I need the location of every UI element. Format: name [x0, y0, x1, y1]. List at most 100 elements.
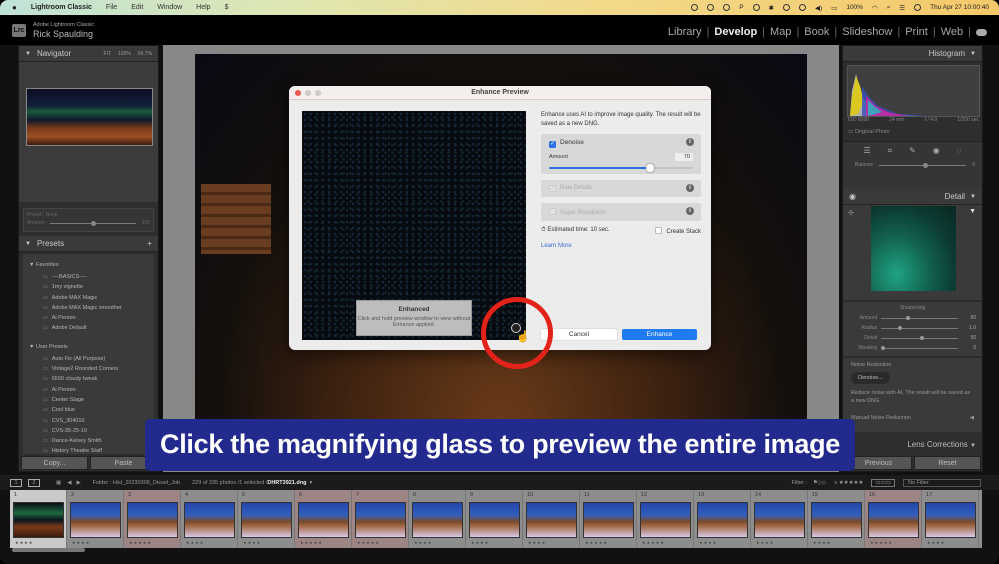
filmstrip-thumbnail[interactable]: 2 ★★★★ [67, 490, 124, 548]
star-rating[interactable]: ★★★★ [756, 540, 774, 545]
star-rating[interactable]: ★★★★ [471, 540, 489, 545]
super-resolution-checkbox[interactable] [549, 208, 556, 215]
raw-details-checkbox[interactable]: ✓ [549, 185, 556, 192]
star-rating[interactable]: ★★★★ [414, 540, 432, 545]
module-map[interactable]: Map [770, 26, 791, 38]
histogram-header[interactable]: Histogram ▼ [843, 46, 982, 62]
original-photo-toggle[interactable]: ▭ Original Photo [848, 129, 890, 135]
masking-icon[interactable]: ◌ [957, 146, 962, 156]
thumbnail-image[interactable] [469, 502, 520, 538]
navigator-header[interactable]: ▼ Navigator FIT 100% 66.7% [19, 46, 158, 62]
zoom-66[interactable]: 66.7% [138, 51, 152, 57]
preset-amount-slider[interactable] [50, 220, 136, 226]
filmstrip-thumbnail[interactable]: 12 ★★★★★ [637, 490, 694, 548]
search-icon[interactable]: ⌕ [887, 4, 891, 12]
star-rating[interactable]: ★★★★ [243, 540, 261, 545]
filmstrip-thumbnail[interactable]: 14 ★★★★ [751, 490, 808, 548]
healing-icon[interactable]: ✎ [909, 146, 916, 156]
extension-icon[interactable] [723, 4, 731, 11]
chevron-down-icon[interactable]: ▾ [309, 480, 312, 486]
preset-item[interactable]: Cool blue [29, 405, 148, 415]
filmstrip-thumbnail[interactable]: 1 ★★★★ [10, 490, 67, 548]
timer-icon[interactable] [752, 4, 760, 11]
filmstrip-thumbnail[interactable]: 11 ★★★★★ [580, 490, 637, 548]
menu-help[interactable]: Help [196, 4, 210, 11]
zoom-window-button[interactable] [315, 90, 321, 96]
copy-button[interactable]: Copy... [21, 456, 88, 470]
grid-icon[interactable]: ▦ [56, 480, 61, 486]
preset-item[interactable]: Adobe MAX Magic smoother [29, 303, 148, 313]
star-filter[interactable]: ≥ ★★★★★ [834, 480, 863, 486]
menu-window[interactable]: Window [157, 4, 182, 11]
thumbnail-image[interactable] [811, 502, 862, 538]
star-rating[interactable]: ★★★★ [813, 540, 831, 545]
thumbnail-image[interactable] [526, 502, 577, 538]
zoom-fit[interactable]: FIT [104, 51, 112, 57]
p-icon[interactable]: P [739, 4, 743, 11]
amount-slider-knob[interactable] [645, 164, 654, 172]
battery-text[interactable]: 100% [846, 4, 863, 11]
zoom-100[interactable]: 100% [118, 51, 131, 57]
module-library[interactable]: Library [668, 26, 702, 38]
star-rating[interactable]: ★★★★★ [357, 540, 380, 545]
detail-dropdown-icon[interactable]: ▼ [969, 208, 976, 215]
detail-zoom-preview[interactable] [871, 206, 956, 291]
folder-path[interactable]: Folder : Hist_20230308_Diesel_Job [93, 480, 180, 486]
amount-slider[interactable] [549, 164, 693, 172]
filmstrip-thumbnail[interactable]: 8 ★★★★ [409, 490, 466, 548]
sharpen-radius-slider[interactable] [881, 325, 958, 330]
preset-item[interactable]: CVS-35-25-10 [29, 426, 148, 436]
target-icon[interactable]: ✣ [848, 209, 854, 217]
star-rating[interactable]: ★★★★ [72, 540, 90, 545]
star-rating[interactable]: ★★★★ [528, 540, 546, 545]
thumbnail-image[interactable] [583, 502, 634, 538]
red-eye-icon[interactable]: ◉ [933, 146, 940, 156]
manual-noise-reduction-toggle[interactable]: Manual Noise Reduction ◀ [851, 415, 974, 421]
eye-icon[interactable]: ◉ [849, 192, 856, 201]
filmstrip-thumbnail[interactable]: 10 ★★★★ [523, 490, 580, 548]
module-web[interactable]: Web [941, 26, 963, 38]
detail-header[interactable]: ◉ Detail ▼ [843, 189, 982, 205]
menu-app-name[interactable]: Lightroom Classic [31, 4, 92, 11]
sharpen-masking-slider[interactable] [881, 345, 958, 350]
preset-item[interactable]: Ai Person [29, 313, 148, 323]
balance-slider[interactable] [879, 162, 967, 168]
navigator-thumbnail[interactable] [26, 88, 153, 146]
filmstrip-thumbnail[interactable]: 9 ★★★★ [466, 490, 523, 548]
presets-header[interactable]: ▼ Presets + [19, 236, 158, 252]
filmstrip-thumbnail[interactable]: 17 ★★★★ [922, 490, 979, 548]
sharpen-detail-slider[interactable] [881, 335, 958, 340]
star-rating[interactable]: ★★★★ [186, 540, 204, 545]
close-window-button[interactable] [295, 90, 301, 96]
volume-icon[interactable]: ◀) [815, 4, 822, 12]
thumbnail-image[interactable] [754, 502, 805, 538]
thumbnail-image[interactable] [868, 502, 919, 538]
sharpen-amount-slider[interactable] [881, 315, 958, 320]
back-arrow-icon[interactable]: ◀ [67, 480, 71, 486]
module-slideshow[interactable]: Slideshow [842, 26, 892, 38]
filmstrip-thumbnail[interactable]: 5 ★★★★ [238, 490, 295, 548]
thumbnail-image[interactable] [241, 502, 292, 538]
add-preset-icon[interactable]: + [147, 239, 152, 248]
calendar-icon[interactable]: ▭ [831, 4, 837, 12]
page-2-button[interactable]: 2 [28, 478, 40, 487]
preset-item[interactable]: 1my vignette [29, 282, 148, 292]
amount-input[interactable]: 70 [675, 153, 693, 161]
apple-icon[interactable]: ● [12, 3, 17, 12]
filmstrip-thumbnail[interactable]: 7 ★★★★★ [352, 490, 409, 548]
color-filter[interactable]: ▭▭▭ [871, 478, 895, 487]
filmstrip-thumbnail[interactable]: 6 ★★★★★ [295, 490, 352, 548]
filter-dropdown[interactable]: No Filter [903, 478, 981, 487]
preset-item[interactable]: Adobe MAX Magic [29, 293, 148, 303]
minimize-window-button[interactable] [305, 90, 311, 96]
airplay-icon[interactable] [783, 4, 790, 11]
preset-item[interactable]: Vintage2 Rounded Corners [29, 364, 148, 374]
preset-item[interactable]: Adobe Default [29, 323, 148, 333]
module-book[interactable]: Book [804, 26, 829, 38]
filmstrip-thumbnail[interactable]: 4 ★★★★ [181, 490, 238, 548]
thumbnail-image[interactable] [697, 502, 748, 538]
clock[interactable]: Thu Apr 27 10:00:40 [930, 4, 989, 11]
star-rating[interactable]: ★★★★★ [870, 540, 893, 545]
filmstrip-thumbnail[interactable]: 13 ★★★★ [694, 490, 751, 548]
module-print[interactable]: Print [905, 26, 928, 38]
